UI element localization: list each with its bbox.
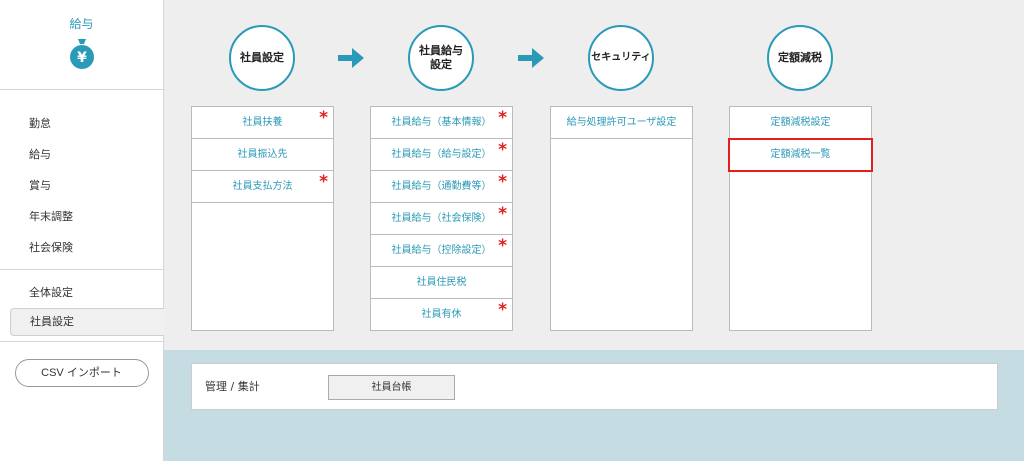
row-label: 社員給与（給与設定） <box>391 149 492 160</box>
row-label: 社員給与（基本情報） <box>391 117 492 128</box>
arrow-right-icon <box>338 48 364 68</box>
panel-fixed-tax-reduction: 定額減税設定 定額減税一覧 <box>728 106 873 331</box>
sidebar-divider <box>0 269 163 270</box>
required-mark: * <box>498 140 507 160</box>
row-label: 定額減税設定 <box>770 117 831 128</box>
required-mark: * <box>319 172 328 192</box>
arrow-right-icon <box>518 48 544 68</box>
required-mark: * <box>498 172 507 192</box>
row-label: 社員給与（通勤費等） <box>391 181 492 192</box>
row-label: 社員扶養 <box>242 117 283 128</box>
link-salary-basic-info[interactable]: 社員給与（基本情報） * <box>371 107 512 139</box>
row-label: 社員給与（社会保険） <box>391 213 492 224</box>
required-mark: * <box>319 108 328 128</box>
sidebar-menu: 勤怠 給与 賞与 年末調整 社会保険 全体設定 社員設定 <box>0 90 164 342</box>
main-area: 社員設定 社員給与 設定 セキュリティ 定額減税 社員扶養 * 社員振込先 社員支… <box>164 0 1024 350</box>
management-label: 管理 / 集計 <box>205 380 260 393</box>
required-mark: * <box>498 108 507 128</box>
sidebar-title: 給与 <box>69 17 94 31</box>
required-mark: * <box>498 300 507 320</box>
svg-text:¥: ¥ <box>77 50 87 66</box>
link-payroll-user-permissions[interactable]: 給与処理許可ユーザ設定 <box>551 107 692 139</box>
step-employee-salary-settings: 社員給与 設定 <box>408 25 474 91</box>
row-label: 社員給与（控除設定） <box>391 245 492 256</box>
link-salary-pay-settings[interactable]: 社員給与（給与設定） * <box>371 139 512 171</box>
row-label: 社員支払方法 <box>232 181 293 192</box>
link-salary-commuting[interactable]: 社員給与（通勤費等） * <box>371 171 512 203</box>
sidebar-item-general-settings[interactable]: 全体設定 <box>0 277 163 308</box>
link-employee-resident-tax[interactable]: 社員住民税 <box>371 267 512 299</box>
row-label: 社員振込先 <box>237 149 288 160</box>
link-fixed-tax-reduction-list[interactable]: 定額減税一覧 <box>728 138 873 172</box>
link-employee-bank-account[interactable]: 社員振込先 <box>192 139 333 171</box>
panel-employee-salary-settings: 社員給与（基本情報） * 社員給与（給与設定） * 社員給与（通勤費等） * 社員給与… <box>370 106 513 331</box>
step-fixed-tax-reduction: 定額減税 <box>767 25 833 91</box>
csv-import-button[interactable]: CSV インポート <box>14 359 149 387</box>
link-salary-deductions[interactable]: 社員給与（控除設定） * <box>371 235 512 267</box>
step-employee-settings: 社員設定 <box>229 25 295 91</box>
panel-employee-settings: 社員扶養 * 社員振込先 社員支払方法 * <box>191 106 334 331</box>
row-label: 定額減税一覧 <box>770 149 831 160</box>
link-salary-social-insurance[interactable]: 社員給与（社会保険） * <box>371 203 512 235</box>
sidebar-item-social-insurance[interactable]: 社会保険 <box>0 232 163 263</box>
money-bag-yen-icon: ¥ <box>69 39 94 69</box>
employee-ledger-button[interactable]: 社員台帳 <box>328 375 455 400</box>
sidebar-divider <box>0 341 163 342</box>
row-label: 社員有休 <box>421 309 462 320</box>
link-employee-paid-leave[interactable]: 社員有休 * <box>371 299 512 331</box>
link-employee-payment-method[interactable]: 社員支払方法 * <box>192 171 333 203</box>
sidebar-item-bonus[interactable]: 賞与 <box>0 170 163 201</box>
management-bar: 管理 / 集計 社員台帳 <box>191 363 998 410</box>
sidebar-item-year-end-adjustment[interactable]: 年末調整 <box>0 201 163 232</box>
sidebar-item-employee-settings[interactable]: 社員設定 <box>10 308 164 336</box>
required-mark: * <box>498 204 507 224</box>
sidebar-item-attendance[interactable]: 勤怠 <box>0 108 163 139</box>
link-fixed-tax-reduction-settings[interactable]: 定額減税設定 <box>730 107 871 139</box>
row-label: 給与処理許可ユーザ設定 <box>566 117 677 128</box>
panel-security: 給与処理許可ユーザ設定 <box>550 106 693 331</box>
step-security: セキュリティ <box>588 25 654 91</box>
required-mark: * <box>498 236 507 256</box>
sidebar-item-salary[interactable]: 給与 <box>0 139 163 170</box>
management-section: 管理 / 集計 社員台帳 <box>164 350 1024 461</box>
sidebar-header: 給与 ¥ <box>0 0 163 90</box>
row-label: 社員住民税 <box>416 277 467 288</box>
link-employee-dependents[interactable]: 社員扶養 * <box>192 107 333 139</box>
sidebar: 給与 ¥ 勤怠 給与 賞与 年末調整 社会保険 全体設定 社員設定 CSV イン… <box>0 0 164 461</box>
